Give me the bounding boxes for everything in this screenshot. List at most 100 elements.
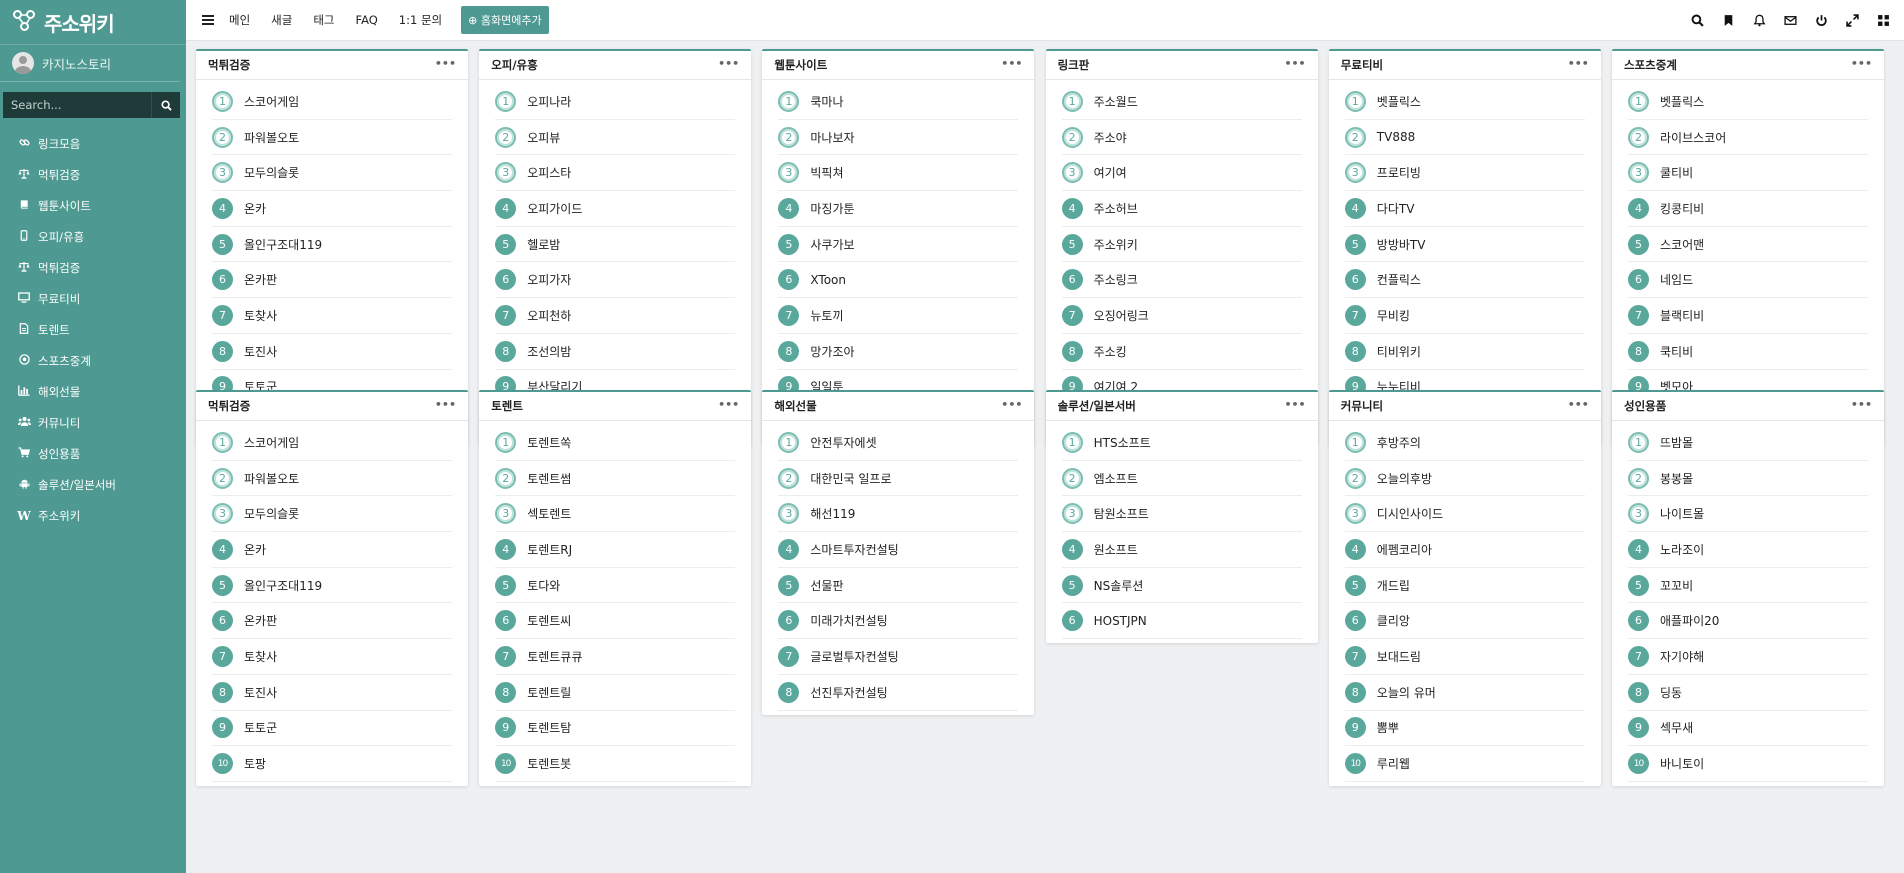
list-item[interactable]: 3 모두의슬롯 — [212, 155, 452, 192]
list-item[interactable]: 1 HTS소프트 — [1061, 425, 1302, 461]
search-icon[interactable] — [1691, 14, 1704, 27]
more-options-icon[interactable]: ••• — [1568, 398, 1589, 411]
list-item[interactable]: 6 애플파이20 — [1628, 603, 1868, 640]
list-item[interactable]: 3 여기여 — [1061, 155, 1302, 192]
list-item[interactable]: 4 스마트투자컨설팅 — [778, 532, 1019, 568]
list-item[interactable]: 9 섹무새 — [1628, 711, 1868, 747]
list-item[interactable]: 9 뽐뿌 — [1344, 711, 1585, 747]
list-item[interactable]: 2 엠소프트 — [1061, 461, 1302, 497]
list-item[interactable]: 10 루리웹 — [1344, 746, 1585, 782]
more-options-icon[interactable]: ••• — [1851, 398, 1872, 411]
list-item[interactable]: 4 원소프트 — [1061, 532, 1302, 568]
list-item[interactable]: 8 토진사 — [212, 675, 452, 711]
list-item[interactable]: 8 망가조아 — [778, 334, 1019, 370]
more-options-icon[interactable]: ••• — [1851, 57, 1872, 70]
list-item[interactable]: 2 마나보자 — [778, 120, 1019, 156]
list-item[interactable]: 2 오피뷰 — [495, 120, 736, 156]
list-item[interactable]: 5 토다와 — [495, 568, 736, 604]
list-item[interactable]: 3 모두의슬롯 — [212, 496, 452, 533]
list-item[interactable]: 8 주소킹 — [1061, 334, 1302, 370]
list-item[interactable]: 6 HOSTJPN — [1061, 603, 1302, 640]
card-title[interactable]: 먹튀검증 — [208, 57, 250, 73]
list-item[interactable]: 5 NS솔루션 — [1061, 568, 1302, 604]
card-title[interactable]: 먹튀검증 — [208, 398, 250, 414]
list-item[interactable]: 4 토렌트RJ — [495, 532, 736, 568]
mail-icon[interactable] — [1784, 14, 1797, 27]
sidebar-item-12[interactable]: 솔루션/일본서버 — [0, 469, 186, 500]
list-item[interactable]: 8 티비위키 — [1344, 334, 1585, 370]
list-item[interactable]: 10 토렌트봇 — [495, 746, 736, 782]
card-title[interactable]: 웹툰사이트 — [774, 57, 827, 73]
power-icon[interactable] — [1815, 14, 1828, 27]
nav-link-tags[interactable]: 태그 — [313, 12, 334, 28]
list-item[interactable]: 7 보대드림 — [1344, 639, 1585, 675]
list-item[interactable]: 4 온카 — [212, 532, 452, 568]
list-item[interactable]: 6 네임드 — [1628, 262, 1868, 299]
more-options-icon[interactable]: ••• — [1001, 57, 1022, 70]
sidebar-item-3[interactable]: 웹툰사이트 — [0, 190, 186, 221]
list-item[interactable]: 2 파워볼오토 — [212, 461, 452, 497]
menu-toggle-icon[interactable] — [202, 15, 214, 25]
bookmark-icon[interactable] — [1722, 14, 1735, 27]
search-input[interactable] — [3, 92, 151, 118]
bell-icon[interactable] — [1753, 14, 1766, 27]
list-item[interactable]: 7 무비킹 — [1344, 298, 1585, 334]
list-item[interactable]: 5 사쿠가보 — [778, 227, 1019, 263]
list-item[interactable]: 2 봉봉몰 — [1628, 461, 1868, 497]
list-item[interactable]: 1 벳플릭스 — [1628, 84, 1868, 120]
nav-link-inquiry[interactable]: 1:1 문의 — [399, 12, 442, 28]
list-item[interactable]: 7 토찾사 — [212, 298, 452, 334]
list-item[interactable]: 7 자기야해 — [1628, 639, 1868, 675]
list-item[interactable]: 2 TV888 — [1344, 120, 1585, 156]
list-item[interactable]: 3 탐원소프트 — [1061, 496, 1302, 533]
card-title[interactable]: 해외선물 — [774, 398, 816, 414]
list-item[interactable]: 1 토렌트쏙 — [495, 425, 736, 461]
list-item[interactable]: 10 토팡 — [212, 746, 452, 782]
more-options-icon[interactable]: ••• — [1568, 57, 1589, 70]
list-item[interactable]: 8 오늘의 유머 — [1344, 675, 1585, 711]
card-title[interactable]: 무료티비 — [1341, 57, 1383, 73]
list-item[interactable]: 1 벳플릭스 — [1344, 84, 1585, 120]
list-item[interactable]: 7 토렌트큐큐 — [495, 639, 736, 675]
card-title[interactable]: 토렌트 — [491, 398, 523, 414]
more-options-icon[interactable]: ••• — [1285, 398, 1306, 411]
list-item[interactable]: 6 토렌트씨 — [495, 603, 736, 640]
card-title[interactable]: 커뮤니티 — [1341, 398, 1383, 414]
list-item[interactable]: 8 쿡티비 — [1628, 334, 1868, 370]
list-item[interactable]: 8 토렌트릴 — [495, 675, 736, 711]
brand[interactable]: 주소위키 — [0, 0, 186, 45]
list-item[interactable]: 2 오늘의후방 — [1344, 461, 1585, 497]
more-options-icon[interactable]: ••• — [435, 398, 456, 411]
sidebar-item-7[interactable]: 토렌트 — [0, 314, 186, 345]
list-item[interactable]: 5 헬로밤 — [495, 227, 736, 263]
more-options-icon[interactable]: ••• — [718, 398, 739, 411]
nav-link-main[interactable]: 메인 — [229, 12, 250, 28]
list-item[interactable]: 5 스코어맨 — [1628, 227, 1868, 263]
list-item[interactable]: 4 온카 — [212, 191, 452, 227]
list-item[interactable]: 8 조선의밤 — [495, 334, 736, 370]
list-item[interactable]: 4 에펨코리아 — [1344, 532, 1585, 568]
list-item[interactable]: 1 오피나라 — [495, 84, 736, 120]
list-item[interactable]: 1 쿡마나 — [778, 84, 1019, 120]
more-options-icon[interactable]: ••• — [1001, 398, 1022, 411]
list-item[interactable]: 4 킹콩티비 — [1628, 191, 1868, 227]
list-item[interactable]: 8 선진투자컨설팅 — [778, 675, 1019, 711]
list-item[interactable]: 1 스코어게임 — [212, 84, 452, 120]
list-item[interactable]: 6 미래가치컨설팅 — [778, 603, 1019, 640]
sidebar-item-5[interactable]: 먹튀검증 — [0, 252, 186, 283]
list-item[interactable]: 3 해선119 — [778, 496, 1019, 533]
list-item[interactable]: 6 주소링크 — [1061, 262, 1302, 299]
card-title[interactable]: 링크판 — [1058, 57, 1090, 73]
more-options-icon[interactable]: ••• — [1285, 57, 1306, 70]
sidebar-item-13[interactable]: W 주소위키 — [0, 500, 186, 531]
list-item[interactable]: 6 오피가자 — [495, 262, 736, 299]
add-to-home-button[interactable]: ⊕ 홈화면에추가 — [461, 6, 549, 34]
search-button[interactable] — [151, 92, 180, 118]
list-item[interactable]: 9 토토군 — [212, 711, 452, 747]
list-item[interactable]: 2 라이브스코어 — [1628, 120, 1868, 156]
list-item[interactable]: 8 토진사 — [212, 334, 452, 370]
list-item[interactable]: 2 토렌트썸 — [495, 461, 736, 497]
list-item[interactable]: 3 빅픽쳐 — [778, 155, 1019, 192]
card-title[interactable]: 스포츠중계 — [1624, 57, 1677, 73]
list-item[interactable]: 6 컨플릭스 — [1344, 262, 1585, 299]
